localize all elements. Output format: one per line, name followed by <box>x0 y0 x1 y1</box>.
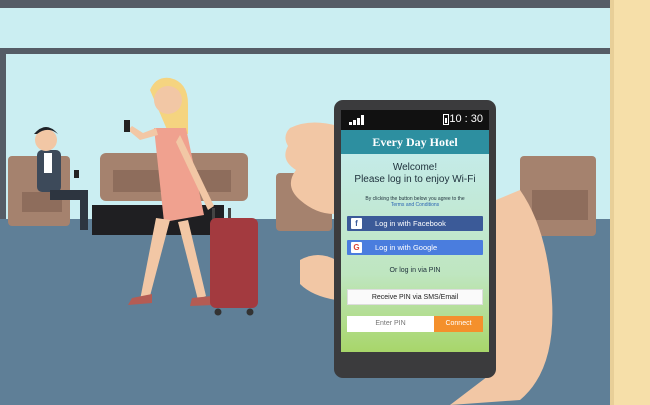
status-bar: 10 : 30 <box>341 110 489 130</box>
terms-notice: By clicking the button below you agree t… <box>341 196 489 208</box>
facebook-icon: f <box>351 218 362 229</box>
google-login-label: Log in with Google <box>375 243 438 252</box>
app-title: Every Day Hotel <box>341 130 489 154</box>
facebook-login-button[interactable]: f Log in with Facebook <box>347 216 483 231</box>
welcome-heading: Welcome! <box>392 162 438 173</box>
battery-icon <box>443 114 449 125</box>
connect-button[interactable]: Connect <box>434 316 483 332</box>
pin-input[interactable] <box>347 316 434 332</box>
google-icon: G <box>351 242 362 253</box>
receive-pin-button[interactable]: Receive PIN via SMS/Email <box>347 289 483 305</box>
pin-divider-text: Or log in via PIN <box>389 267 441 274</box>
signal-bars-icon <box>349 115 364 125</box>
google-login-button[interactable]: G Log in with Google <box>347 240 483 255</box>
hotel-lobby-illustration <box>0 0 650 405</box>
status-time: 10 : 30 <box>449 113 483 125</box>
welcome-subtitle: Please log in to enjoy Wi-Fi <box>354 174 476 185</box>
facebook-login-label: Log in with Facebook <box>375 219 446 228</box>
terms-link[interactable]: Terms and Conditions <box>341 202 489 208</box>
welcome-message: Welcome! Please log in to enjoy Wi-Fi <box>341 162 489 186</box>
